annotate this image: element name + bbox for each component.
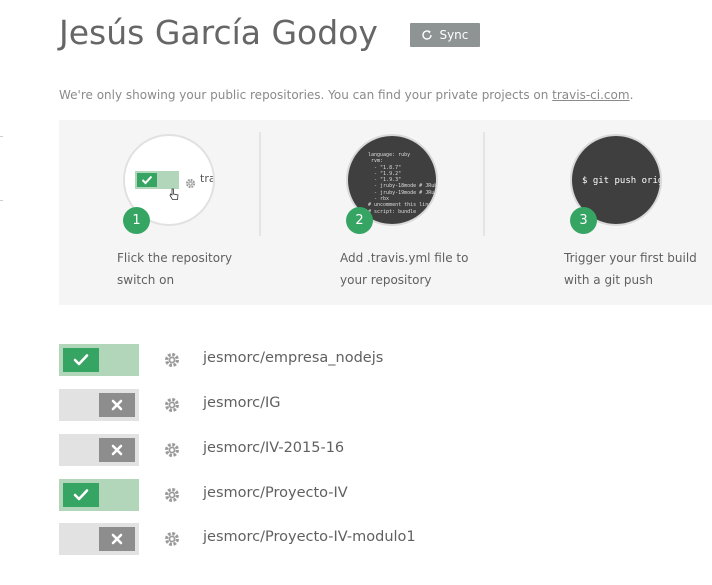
x-icon (99, 393, 135, 417)
step-2-line-2: your repository (340, 273, 432, 287)
travis-pro-link[interactable]: travis-ci.com (552, 88, 629, 102)
check-icon (63, 483, 99, 507)
gear-icon[interactable] (164, 442, 180, 458)
step-1: tra 1 Flick the repository switch on (59, 120, 259, 305)
step-divider (483, 132, 485, 236)
check-icon (137, 173, 157, 187)
getting-started-panel: tra 1 Flick the repository switch on lan… (59, 120, 712, 305)
step-3: $ git push origin 3 Trigger your first b… (506, 120, 706, 305)
sync-button-label: Sync (439, 28, 469, 42)
step-3-description: Trigger your first build with a git push (564, 247, 712, 291)
sync-button[interactable]: Sync (409, 23, 480, 47)
gear-icon[interactable] (164, 352, 180, 368)
repo-row: jesmorc/empresa_nodejs (59, 344, 659, 376)
gear-icon[interactable] (164, 397, 180, 413)
repo-toggle[interactable] (59, 479, 139, 511)
repo-name[interactable]: jesmorc/IV-2015-16 (203, 440, 344, 456)
travis-profile-page: Jesús García Godoy Sync We're only showi… (0, 0, 712, 585)
gear-icon[interactable] (164, 531, 180, 547)
repo-row: jesmorc/Proyecto-IV-modulo1 (59, 523, 659, 555)
step-number-badge: 2 (346, 207, 373, 234)
travis-yml-snippet: language: ruby rvm: - "1.8.7" - "1.9.2" … (368, 152, 438, 215)
x-icon (99, 527, 135, 551)
step-3-line-2: with a git push (564, 273, 653, 287)
step-number-badge: 3 (570, 207, 597, 234)
hand-cursor-icon (169, 186, 179, 205)
step-number-badge: 1 (123, 207, 150, 234)
repo-name[interactable]: jesmorc/IG (203, 395, 281, 411)
repo-toggle[interactable] (59, 344, 139, 376)
notice-text: We're only showing your public repositor… (59, 88, 553, 102)
mini-repo-text: tra (200, 172, 215, 185)
repo-toggle[interactable] (59, 523, 139, 555)
gear-icon (185, 174, 196, 193)
step-2-line-1: Add .travis.yml file to (340, 251, 469, 265)
gear-icon[interactable] (164, 487, 180, 503)
step-2-description: Add .travis.yml file to your repository (340, 247, 500, 291)
repo-row: jesmorc/IG (59, 389, 659, 421)
user-name-title: Jesús García Godoy (59, 13, 378, 52)
repo-name[interactable]: jesmorc/empresa_nodejs (203, 350, 383, 366)
repo-name[interactable]: jesmorc/Proyecto-IV-modulo1 (203, 529, 416, 545)
step-1-line-1: Flick the repository (117, 251, 233, 265)
profile-header: Jesús García Godoy Sync (59, 10, 480, 56)
x-icon (99, 438, 135, 462)
repo-row: jesmorc/IV-2015-16 (59, 434, 659, 466)
refresh-icon (421, 29, 433, 41)
repo-toggle[interactable] (59, 434, 139, 466)
step-1-description: Flick the repository switch on (117, 247, 277, 291)
step-divider (259, 132, 261, 236)
public-repos-notice: We're only showing your public repositor… (59, 88, 633, 102)
check-icon (63, 348, 99, 372)
step-3-line-1: Trigger your first build (564, 251, 697, 265)
git-push-command: $ git push origin (582, 176, 660, 186)
step-1-line-2: switch on (117, 273, 175, 287)
repo-row: jesmorc/Proyecto-IV (59, 479, 659, 511)
repo-toggle[interactable] (59, 389, 139, 421)
repo-name[interactable]: jesmorc/Proyecto-IV (203, 485, 348, 501)
notice-suffix: . (629, 88, 634, 102)
step-2: language: ruby rvm: - "1.8.7" - "1.9.2" … (282, 120, 482, 305)
